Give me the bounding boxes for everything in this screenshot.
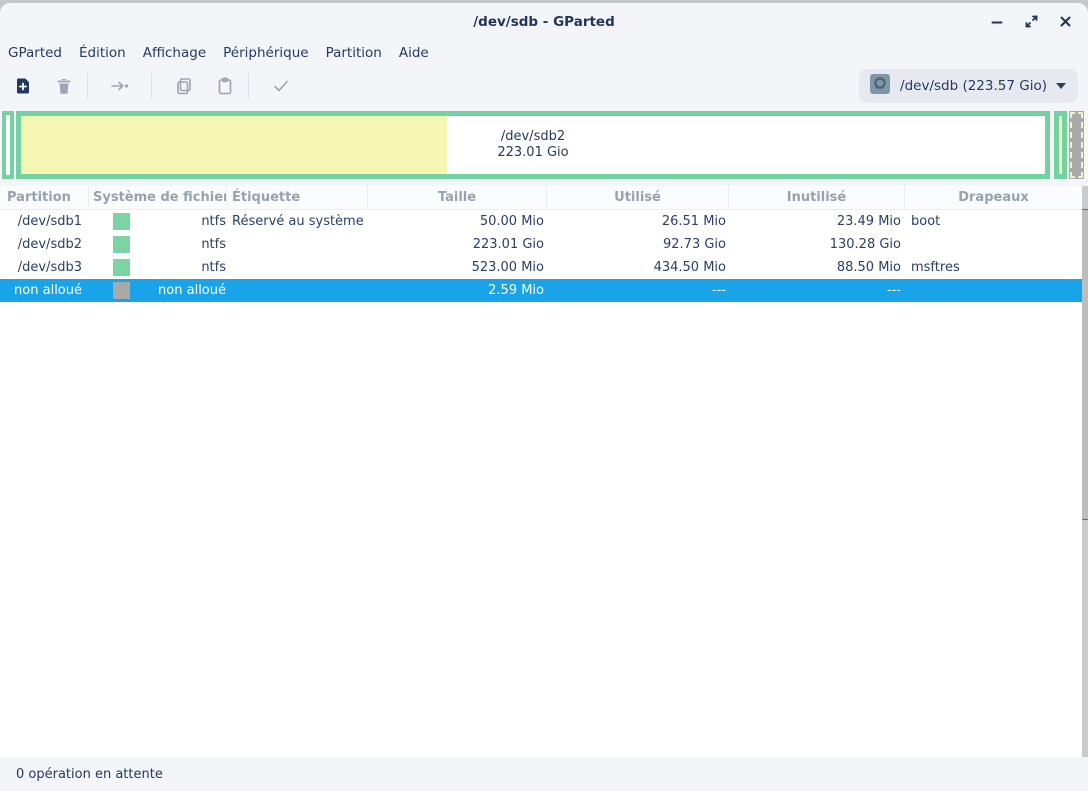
toolbar-button-new[interactable]	[2, 69, 43, 103]
maximize-button[interactable]	[1020, 11, 1042, 33]
cell-filesystem: non alloué	[89, 279, 227, 302]
menu-item-édition[interactable]: Édition	[79, 43, 126, 63]
close-button[interactable]	[1054, 11, 1076, 33]
column-header-label[interactable]: Étiquette	[227, 186, 368, 209]
partition-segment-label: /dev/sdb2 223.01 Gio	[21, 116, 1045, 174]
table-row[interactable]: /dev/sdb2 ntfs 223.01 Gio 92.73 Gio 130.…	[0, 233, 1082, 256]
toolbar-separator	[87, 73, 88, 99]
table-header: Partition Système de fichiers Étiquette …	[0, 186, 1082, 210]
filesystem-color-swatch	[113, 213, 130, 230]
toolbar-button-resize-move[interactable]	[99, 69, 140, 103]
cell-used: 434.50 Mio	[547, 256, 729, 279]
cell-unused: 88.50 Mio	[729, 256, 905, 279]
menu-item-aide[interactable]: Aide	[399, 43, 429, 63]
table-empty-area	[0, 302, 1082, 757]
toolbar-separator	[248, 73, 249, 99]
arrow-right-dot-icon	[109, 76, 131, 96]
partition-segment-unallocated[interactable]	[1069, 111, 1084, 179]
vertical-scrollbar[interactable]	[1082, 186, 1088, 757]
toolbar-button-apply[interactable]	[260, 69, 301, 103]
cell-used: ---	[547, 279, 729, 302]
cell-partition: /dev/sdb3	[0, 256, 89, 279]
cell-partition: /dev/sdb2	[0, 233, 89, 256]
gparted-window: /dev/sdb - GParted GParted Édition A	[0, 3, 1088, 791]
filesystem-color-swatch	[113, 282, 130, 299]
cell-used: 26.51 Mio	[547, 210, 729, 233]
menu-item-périphérique[interactable]: Périphérique	[223, 43, 308, 63]
partition-segment-sdb1[interactable]	[2, 111, 14, 179]
cell-size: 50.00 Mio	[368, 210, 547, 233]
partition-segment-sdb2[interactable]: /dev/sdb2 223.01 Gio	[16, 111, 1050, 179]
toolbar: /dev/sdb (223.57 Gio)	[0, 66, 1088, 106]
cell-partition: non alloué	[0, 279, 89, 302]
column-header-flags[interactable]: Drapeaux	[905, 186, 1082, 209]
device-selector[interactable]: /dev/sdb (223.57 Gio)	[859, 69, 1078, 103]
titlebar: /dev/sdb - GParted	[0, 3, 1088, 40]
window-title: /dev/sdb - GParted	[473, 14, 615, 30]
toolbar-separator	[151, 73, 152, 99]
cell-size: 223.01 Gio	[368, 233, 547, 256]
menu-item-partition[interactable]: Partition	[326, 43, 382, 63]
copy-icon	[174, 76, 194, 96]
column-header-partition[interactable]: Partition	[0, 186, 89, 209]
cell-unused: 130.28 Gio	[729, 233, 905, 256]
check-icon	[271, 76, 291, 96]
column-header-used[interactable]: Utilisé	[547, 186, 729, 209]
chevron-down-icon	[1056, 83, 1066, 89]
toolbar-button-delete[interactable]	[43, 69, 84, 103]
toolbar-button-copy[interactable]	[163, 69, 204, 103]
filesystem-color-swatch	[113, 259, 130, 276]
menu-item-affichage[interactable]: Affichage	[143, 43, 206, 63]
cell-label	[227, 233, 368, 256]
cell-size: 523.00 Mio	[368, 256, 547, 279]
table-row[interactable]: /dev/sdb3 ntfs 523.00 Mio 434.50 Mio 88.…	[0, 256, 1082, 279]
cell-label: Réservé au système	[227, 210, 368, 233]
window-controls	[986, 3, 1076, 40]
cell-unused: 23.49 Mio	[729, 210, 905, 233]
cell-flags	[905, 279, 1082, 302]
clipboard-icon	[215, 76, 235, 96]
column-header-filesystem[interactable]: Système de fichiers	[89, 186, 227, 209]
partition-segment-sdb3[interactable]	[1054, 111, 1067, 179]
partition-visual-bar: /dev/sdb2 223.01 Gio	[0, 106, 1088, 186]
cell-flags	[905, 233, 1082, 256]
column-header-size[interactable]: Taille	[368, 186, 547, 209]
scrollbar-thumb[interactable]	[1082, 209, 1088, 520]
hard-drive-icon	[869, 73, 891, 99]
pending-operations-text: 0 opération en attente	[16, 767, 163, 782]
cell-label	[227, 279, 368, 302]
cell-filesystem: ntfs	[89, 233, 227, 256]
cell-partition: /dev/sdb1	[0, 210, 89, 233]
trash-icon	[54, 76, 74, 96]
statusbar: 0 opération en attente	[0, 757, 1088, 791]
cell-filesystem: ntfs	[89, 256, 227, 279]
cell-used: 92.73 Gio	[547, 233, 729, 256]
document-plus-icon	[13, 76, 33, 96]
device-selector-label: /dev/sdb (223.57 Gio)	[900, 78, 1047, 94]
cell-label	[227, 256, 368, 279]
column-header-unused[interactable]: Inutilisé	[729, 186, 905, 209]
cell-unused: ---	[729, 279, 905, 302]
toolbar-button-paste[interactable]	[204, 69, 245, 103]
cell-size: 2.59 Mio	[368, 279, 547, 302]
filesystem-color-swatch	[113, 236, 130, 253]
cell-flags: msftres	[905, 256, 1082, 279]
menu-item-gparted[interactable]: GParted	[8, 43, 62, 63]
table-row[interactable]: /dev/sdb1 ntfs Réservé au système 50.00 …	[0, 210, 1082, 233]
table-row[interactable]: non alloué non alloué 2.59 Mio --- ---	[0, 279, 1082, 302]
cell-flags: boot	[905, 210, 1082, 233]
minimize-button[interactable]	[986, 11, 1008, 33]
cell-filesystem: ntfs	[89, 210, 227, 233]
menubar: GParted Édition Affichage Périphérique P…	[0, 40, 1088, 66]
partition-table: /dev/sdb1 ntfs Réservé au système 50.00 …	[0, 210, 1088, 302]
